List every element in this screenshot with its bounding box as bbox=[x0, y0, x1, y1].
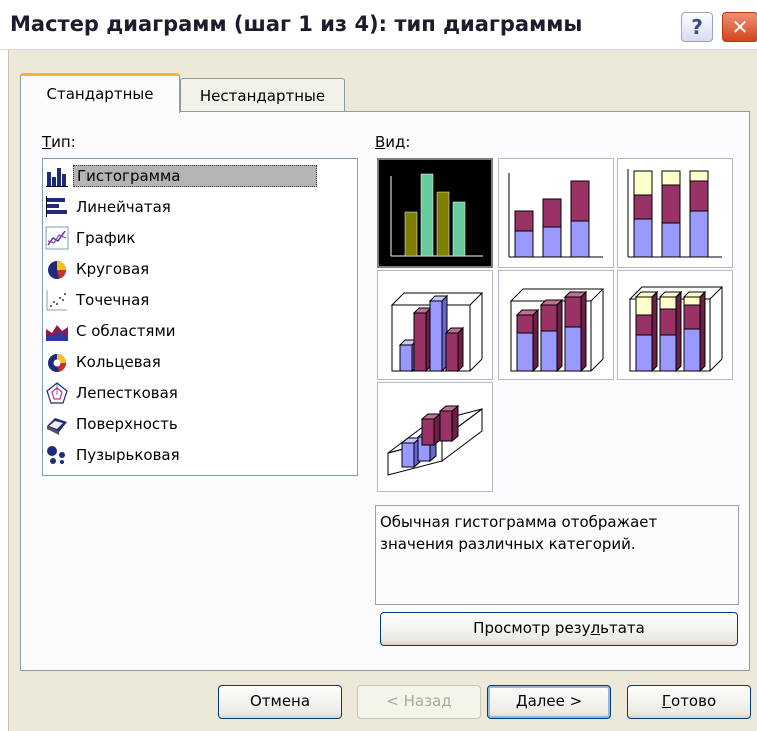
next-button[interactable]: Далее > bbox=[487, 685, 611, 719]
finish-button[interactable]: Готово bbox=[627, 685, 751, 719]
stacked-column-3d-preview bbox=[509, 288, 605, 373]
list-item-area[interactable]: С областями bbox=[45, 315, 327, 346]
back-button[interactable]: < Назад bbox=[357, 685, 481, 719]
list-item-bubble[interactable]: Пузырьковая bbox=[45, 439, 327, 470]
list-item-scatter[interactable]: Точечная bbox=[45, 284, 327, 315]
list-item-label: С областями bbox=[76, 321, 176, 340]
title-bar: Мастер диаграмм (шаг 1 из 4): тип диагра… bbox=[0, 0, 757, 50]
list-item-doughnut[interactable]: Кольцевая bbox=[45, 346, 327, 377]
list-item-surface[interactable]: Поверхность bbox=[45, 408, 327, 439]
percent-stacked-column-3d-preview bbox=[628, 286, 724, 373]
doughnut-chart-icon bbox=[48, 353, 66, 372]
preview-result-button[interactable]: Просмотр результата bbox=[380, 612, 738, 646]
list-item-label: Круговая bbox=[76, 259, 150, 278]
subtype-stacked-column[interactable] bbox=[498, 158, 614, 268]
column-3d-preview bbox=[387, 404, 483, 476]
close-button[interactable]: ✕ bbox=[722, 12, 757, 42]
tab-standard[interactable]: Стандартные bbox=[20, 73, 180, 113]
close-icon: ✕ bbox=[731, 15, 749, 39]
list-item-label: Пузырьковая bbox=[76, 445, 180, 464]
stacked-column-preview bbox=[508, 173, 603, 258]
list-item-label: График bbox=[76, 228, 136, 247]
column-chart-icon bbox=[46, 167, 68, 187]
list-item-label: Кольцевая bbox=[76, 352, 161, 371]
clustered-column-3d-preview bbox=[390, 292, 484, 373]
bar-chart-icon bbox=[46, 195, 67, 217]
subtype-100-stacked-column-3d[interactable] bbox=[617, 270, 733, 380]
chart-description: Обычная гистограмма отображает значения … bbox=[375, 505, 739, 605]
list-item-line[interactable]: График bbox=[45, 222, 327, 253]
subtype-100-stacked-column[interactable] bbox=[617, 158, 733, 268]
list-item-bar[interactable]: Линейчатая bbox=[45, 191, 327, 222]
list-item-label: Лепестковая bbox=[76, 383, 178, 402]
list-item-label: Линейчатая bbox=[76, 197, 171, 216]
help-icon: ? bbox=[691, 15, 703, 39]
line-chart-icon bbox=[45, 226, 69, 249]
cancel-button[interactable]: Отмена bbox=[218, 685, 342, 719]
subtype-stacked-column-3d[interactable] bbox=[498, 270, 614, 380]
list-item-label: Поверхность bbox=[76, 414, 178, 433]
list-item-column[interactable]: Гистограмма bbox=[45, 160, 327, 191]
area-chart-icon bbox=[46, 324, 68, 341]
list-item-label: Точечная bbox=[76, 290, 150, 309]
surface-chart-icon bbox=[47, 417, 67, 435]
tab-custom[interactable]: Нестандартные bbox=[180, 78, 345, 114]
help-button[interactable]: ? bbox=[681, 12, 713, 42]
window-title: Мастер диаграмм (шаг 1 из 4): тип диагра… bbox=[10, 12, 583, 36]
subtype-3d-column[interactable] bbox=[377, 382, 493, 492]
chart-type-list[interactable]: Гистограмма Линейчатая График Круговая Т… bbox=[42, 158, 358, 476]
list-item-radar[interactable]: Лепестковая bbox=[45, 377, 327, 408]
percent-stacked-column-preview bbox=[627, 169, 722, 258]
clustered-column-preview bbox=[390, 173, 483, 257]
pie-chart-icon bbox=[48, 260, 66, 279]
radar-chart-icon bbox=[46, 381, 68, 404]
list-item-label: Гистограмма bbox=[73, 164, 317, 187]
bubble-chart-icon bbox=[47, 445, 65, 464]
subtype-clustered-column[interactable] bbox=[377, 158, 493, 268]
view-label: Вид: bbox=[375, 133, 411, 151]
scatter-chart-icon bbox=[46, 289, 67, 310]
list-item-pie[interactable]: Круговая bbox=[45, 253, 327, 284]
subtype-clustered-column-3d[interactable] bbox=[377, 270, 493, 380]
type-label: Тип: bbox=[42, 133, 76, 151]
